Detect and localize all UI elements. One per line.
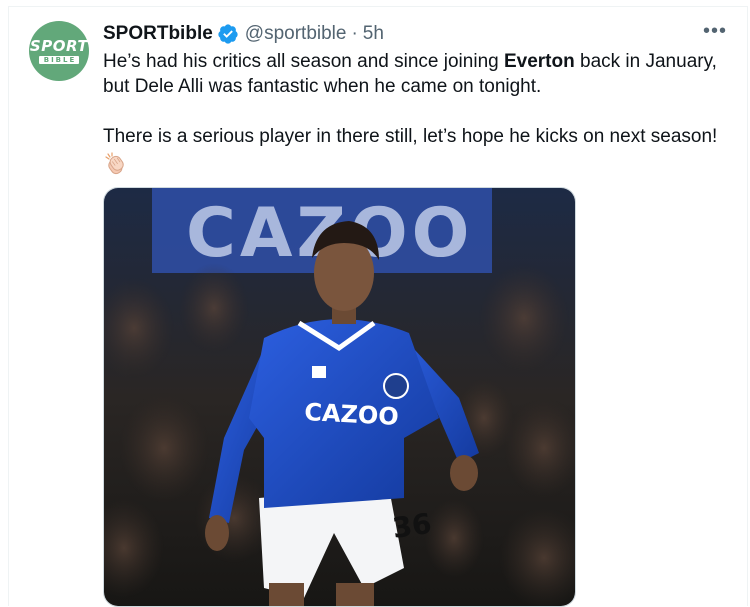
tweet-paragraph-2: There is a serious player in there still… [103,124,723,149]
tweet-image[interactable]: CAZOO 36 CAZOO [103,187,576,607]
text-bold-everton: Everton [503,51,575,72]
shirt-sponsor: CAZOO [304,398,400,431]
verified-badge-icon [217,23,239,45]
avatar-logo-top: SPORT [29,36,89,55]
text-segment: He’s had his critics all season and sinc… [103,51,504,72]
photo-dele-alli: CAZOO 36 CAZOO [104,188,575,606]
text-segment: There is a serious player in there still… [103,126,718,147]
avatar[interactable]: SPORT BIBLE [29,21,89,81]
shirt-number: 36 [390,507,433,545]
clapping-hands-icon [103,151,129,177]
more-options-icon[interactable]: ••• [702,21,728,44]
timestamp[interactable]: 5h [363,23,384,45]
tweet-paragraph-1: He’s had his critics all season and sinc… [103,49,723,99]
display-name[interactable]: SPORTbible [103,23,213,45]
tweet-header: SPORTbible @sportbible · 5h [103,22,384,46]
tweet-text: He’s had his critics all season and sinc… [103,49,723,177]
avatar-logo-bottom: BIBLE [38,55,80,64]
handle[interactable]: @sportbible [245,23,347,45]
separator-dot: · [351,23,358,44]
